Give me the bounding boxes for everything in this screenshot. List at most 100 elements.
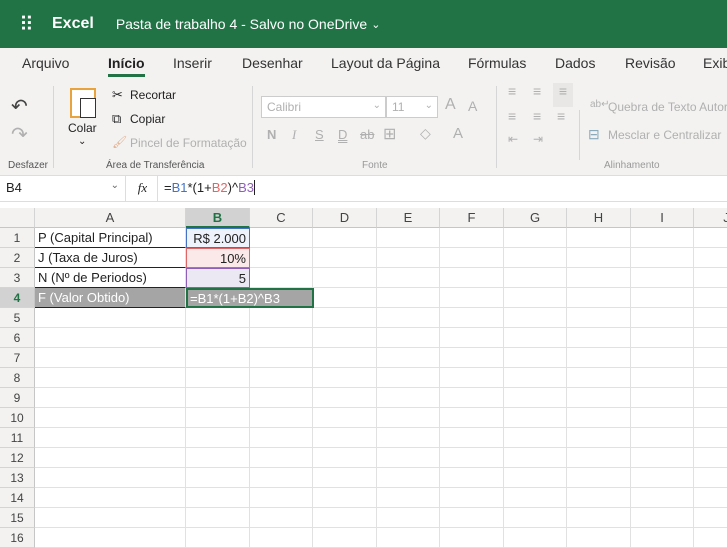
cell-D6[interactable] <box>313 328 377 348</box>
paste-icon[interactable] <box>70 88 96 118</box>
cell-D2[interactable] <box>313 248 377 268</box>
cell-E13[interactable] <box>377 468 440 488</box>
decrease-indent-icon[interactable]: ⇤ <box>508 132 518 146</box>
font-size-select[interactable]: 11 ⌄ <box>386 96 438 118</box>
cell-B4[interactable]: =B1*(1+B2)^B3 <box>186 288 314 308</box>
cell-H8[interactable] <box>567 368 631 388</box>
cell-H3[interactable] <box>567 268 631 288</box>
column-header-H[interactable]: H <box>567 208 631 228</box>
tab-inicio[interactable]: Início <box>108 55 145 77</box>
cell-J13[interactable] <box>694 468 727 488</box>
cell-A13[interactable] <box>35 468 186 488</box>
cell-G10[interactable] <box>504 408 567 428</box>
cell-E10[interactable] <box>377 408 440 428</box>
shrink-font-button[interactable]: A <box>468 98 477 114</box>
column-header-J[interactable]: J <box>694 208 727 228</box>
cell-J4[interactable] <box>694 288 727 308</box>
row-header-11[interactable]: 11 <box>0 428 35 448</box>
cell-G6[interactable] <box>504 328 567 348</box>
cell-H2[interactable] <box>567 248 631 268</box>
copy-icon[interactable]: ⧉ <box>112 111 121 127</box>
cell-A14[interactable] <box>35 488 186 508</box>
align-center-icon[interactable]: ≡ <box>533 108 541 124</box>
cell-A8[interactable] <box>35 368 186 388</box>
cell-C16[interactable] <box>250 528 313 548</box>
cell-I7[interactable] <box>631 348 694 368</box>
row-header-5[interactable]: 5 <box>0 308 35 328</box>
strikethrough-button[interactable]: ab <box>360 127 374 142</box>
cell-I15[interactable] <box>631 508 694 528</box>
align-middle-icon[interactable]: ≡ <box>533 83 541 99</box>
cell-E16[interactable] <box>377 528 440 548</box>
undo-icon[interactable]: ↶ <box>11 94 28 119</box>
tab-exibir[interactable]: Exib <box>703 55 727 71</box>
cell-E7[interactable] <box>377 348 440 368</box>
cell-B3[interactable]: 5 <box>186 268 250 288</box>
cell-C8[interactable] <box>250 368 313 388</box>
cell-J11[interactable] <box>694 428 727 448</box>
cell-G1[interactable] <box>504 228 567 248</box>
name-box[interactable]: B4 ⌄ <box>0 176 126 201</box>
cell-B7[interactable] <box>186 348 250 368</box>
cell-B6[interactable] <box>186 328 250 348</box>
tab-inserir[interactable]: Inserir <box>173 55 212 71</box>
redo-icon[interactable]: ↷ <box>11 122 28 147</box>
cell-J7[interactable] <box>694 348 727 368</box>
cell-D11[interactable] <box>313 428 377 448</box>
tab-dados[interactable]: Dados <box>555 55 595 71</box>
cell-I6[interactable] <box>631 328 694 348</box>
cell-D7[interactable] <box>313 348 377 368</box>
cell-F11[interactable] <box>440 428 504 448</box>
cell-E2[interactable] <box>377 248 440 268</box>
italic-button[interactable]: I <box>292 127 296 143</box>
cell-H6[interactable] <box>567 328 631 348</box>
cell-G11[interactable] <box>504 428 567 448</box>
increase-indent-icon[interactable]: ⇥ <box>533 132 543 146</box>
cell-A16[interactable] <box>35 528 186 548</box>
cell-A7[interactable] <box>35 348 186 368</box>
cell-A6[interactable] <box>35 328 186 348</box>
cell-I9[interactable] <box>631 388 694 408</box>
cell-C11[interactable] <box>250 428 313 448</box>
row-header-16[interactable]: 16 <box>0 528 35 548</box>
row-header-8[interactable]: 8 <box>0 368 35 388</box>
cell-H10[interactable] <box>567 408 631 428</box>
cell-H9[interactable] <box>567 388 631 408</box>
cell-F10[interactable] <box>440 408 504 428</box>
cell-G16[interactable] <box>504 528 567 548</box>
cell-A9[interactable] <box>35 388 186 408</box>
cell-F6[interactable] <box>440 328 504 348</box>
cell-E3[interactable] <box>377 268 440 288</box>
cell-J5[interactable] <box>694 308 727 328</box>
align-top-icon[interactable]: ≡ <box>508 83 516 99</box>
cell-H5[interactable] <box>567 308 631 328</box>
cell-I2[interactable] <box>631 248 694 268</box>
cell-F7[interactable] <box>440 348 504 368</box>
fill-color-icon[interactable]: ◇ <box>420 125 431 142</box>
cut-icon[interactable]: ✂ <box>112 87 123 103</box>
row-header-7[interactable]: 7 <box>0 348 35 368</box>
cell-D9[interactable] <box>313 388 377 408</box>
select-all-corner[interactable] <box>0 208 35 228</box>
cell-J15[interactable] <box>694 508 727 528</box>
cell-J8[interactable] <box>694 368 727 388</box>
cell-B1[interactable]: R$ 2.000 <box>186 228 250 248</box>
cell-E4[interactable] <box>377 288 440 308</box>
cell-A2[interactable]: J (Taxa de Juros) <box>35 248 186 268</box>
tab-layout[interactable]: Layout da Página <box>331 55 440 71</box>
cell-A1[interactable]: P (Capital Principal) <box>35 228 186 248</box>
cell-C12[interactable] <box>250 448 313 468</box>
cell-F4[interactable] <box>440 288 504 308</box>
cell-E14[interactable] <box>377 488 440 508</box>
row-header-2[interactable]: 2 <box>0 248 35 268</box>
cell-H11[interactable] <box>567 428 631 448</box>
cell-B11[interactable] <box>186 428 250 448</box>
cell-I5[interactable] <box>631 308 694 328</box>
app-name[interactable]: Excel <box>52 15 94 33</box>
cell-D4[interactable] <box>313 288 377 308</box>
cell-D12[interactable] <box>313 448 377 468</box>
cell-A15[interactable] <box>35 508 186 528</box>
column-header-F[interactable]: F <box>440 208 504 228</box>
cell-D1[interactable] <box>313 228 377 248</box>
cell-D8[interactable] <box>313 368 377 388</box>
